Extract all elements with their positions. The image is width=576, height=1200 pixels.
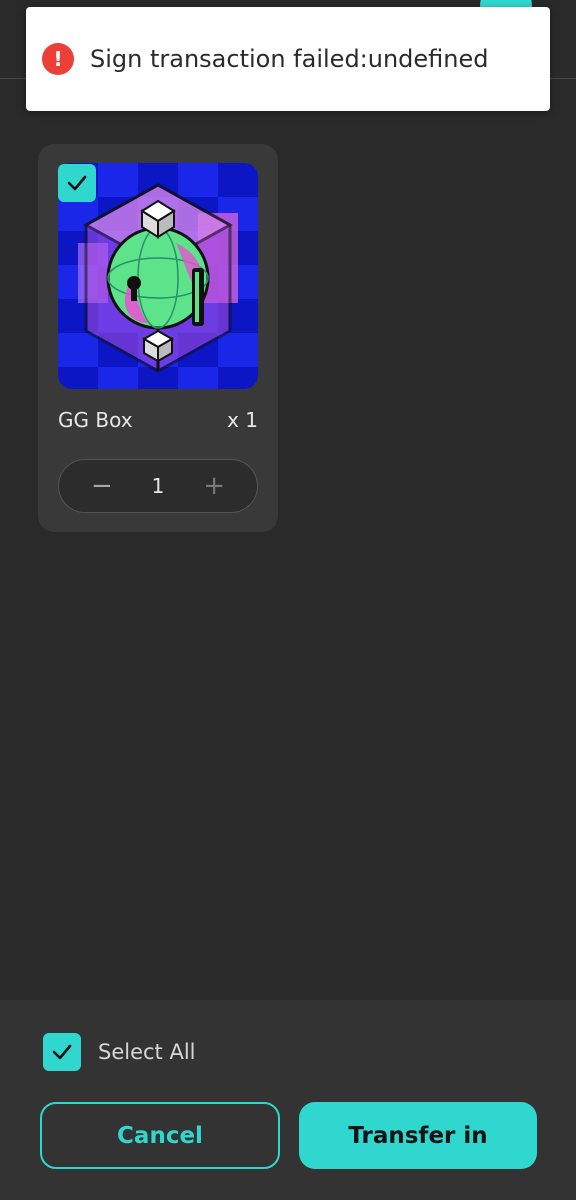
nft-count: x 1 [227,408,258,432]
quantity-value: 1 [151,474,165,498]
nft-name: GG Box [58,408,133,432]
increment-button[interactable]: + [203,473,225,499]
cancel-button[interactable]: Cancel [40,1102,280,1169]
nft-select-checkbox[interactable] [58,164,96,202]
decrement-button[interactable]: − [91,473,113,499]
transfer-page: ! Sign transaction failed:undefined GG B… [0,0,576,1200]
action-bar: Select All Cancel Transfer in [0,1000,576,1200]
select-all-label: Select All [98,1040,196,1064]
quantity-stepper: − 1 + [58,459,258,513]
toast-message: Sign transaction failed:undefined [90,44,489,73]
transfer-in-button[interactable]: Transfer in [299,1102,537,1169]
checkmark-icon [52,1044,72,1060]
error-toast: ! Sign transaction failed:undefined [26,7,550,111]
error-icon: ! [42,43,74,75]
nft-card[interactable]: GG Box x 1 − 1 + [38,144,278,532]
checkmark-icon [67,175,87,191]
select-all-toggle[interactable]: Select All [43,1033,196,1071]
select-all-checkbox[interactable] [43,1033,81,1071]
